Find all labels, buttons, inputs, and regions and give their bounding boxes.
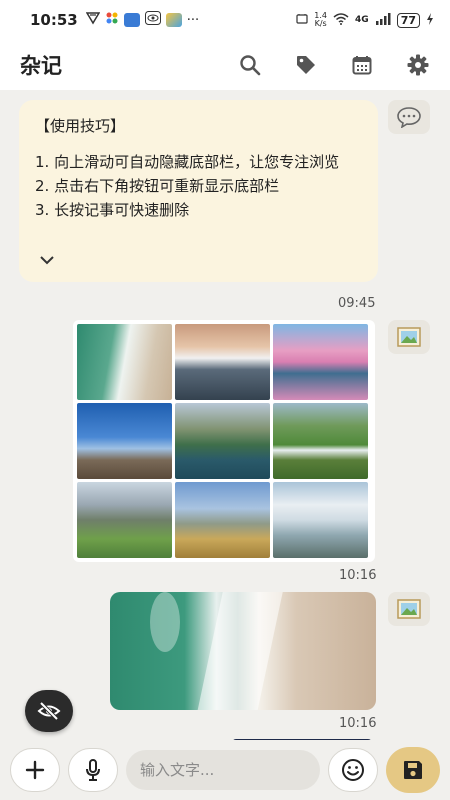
signal-icon [375,12,391,28]
thumbnail-beach[interactable] [77,324,172,400]
page-title: 杂记 [20,54,62,78]
tip-title: 【使用技巧】 [35,117,126,135]
photo-note-type-button[interactable] [388,592,430,626]
gear-icon [407,54,429,76]
toggle-bottom-bar-button[interactable] [25,690,73,732]
image-note-type-button[interactable] [388,320,430,354]
tip-line-1: 1. 向上滑动可自动隐藏底部栏，让您专注浏览 [35,153,340,171]
app-header: 杂记 [0,40,450,90]
image-grid-note[interactable] [73,320,375,562]
net-speed: 1.4 K/s [314,12,327,28]
photo-surf-detail [195,592,285,710]
calendar-icon [352,56,372,75]
charging-icon [426,12,434,28]
thumbnail-island-church[interactable] [175,403,270,479]
net-speed-unit: K/s [314,19,327,28]
tag-icon [297,56,315,74]
battery-level: 77 [396,12,420,28]
thumbnail-large-waterfall[interactable] [273,482,368,558]
photo-note[interactable] [110,592,376,710]
wifi-icon [333,12,349,28]
thumbnail-alps-village[interactable] [77,482,172,558]
emoji-button[interactable] [328,748,378,792]
status-bar: 10:53 ··· 1.4 K/s 4G 77 [0,0,450,40]
header-actions [238,53,430,77]
search-icon [240,55,261,76]
message-app-icon [123,13,140,27]
microphone-icon [86,759,100,781]
gallery-timestamp: 10:16 [339,568,377,583]
notes-list[interactable]: 【使用技巧】 1. 向上滑动可自动隐藏底部栏，让您专注浏览 2. 点击右下角按钮… [0,90,450,740]
image-icon [397,599,421,619]
voice-input-button[interactable] [68,748,118,792]
image-icon [397,327,421,347]
text-input[interactable] [126,750,320,790]
thumbnail-rock-sky[interactable] [77,403,172,479]
search-button[interactable] [238,53,262,77]
comment-icon [397,107,421,128]
network-type: 4G [355,15,369,25]
eye-off-icon [37,701,61,721]
plus-icon [25,760,45,780]
calendar-button[interactable] [350,53,374,77]
text-note-type-button[interactable] [388,100,430,134]
bottom-input-bar [0,740,450,800]
status-time: 10:53 [30,11,78,29]
save-button[interactable] [386,747,440,793]
tip-line-3: 3. 长按记事可快速删除 [35,201,190,219]
eye-app-icon [144,11,161,29]
app-colorful-icon [105,11,119,29]
note-timestamp: 09:45 [338,296,376,311]
thumbnail-cliff-coast[interactable] [175,482,270,558]
system-indicators: 1.4 K/s 4G 77 [296,12,434,28]
photo-timestamp: 10:16 [339,716,377,731]
tip-line-2: 2. 点击右下角按钮可重新显示底部栏 [35,177,280,195]
alarm-icon [296,13,308,28]
save-disk-icon [404,761,422,779]
gallery-app-icon [165,13,182,27]
thumbnail-lake-blossom[interactable] [273,324,368,400]
more-notifications: ··· [186,12,200,28]
photo-wave-detail [150,592,180,652]
vpn-icon [85,11,101,29]
expand-chevron-icon[interactable] [39,248,55,272]
tag-button[interactable] [294,53,318,77]
tip-note-card[interactable]: 【使用技巧】 1. 向上滑动可自动隐藏底部栏，让您专注浏览 2. 点击右下角按钮… [19,100,378,282]
notification-icons: ··· [85,11,200,29]
emoji-icon [342,759,364,781]
add-button[interactable] [10,748,60,792]
thumbnail-mountain[interactable] [175,324,270,400]
settings-button[interactable] [406,53,430,77]
thumbnail-waterfall-green[interactable] [273,403,368,479]
